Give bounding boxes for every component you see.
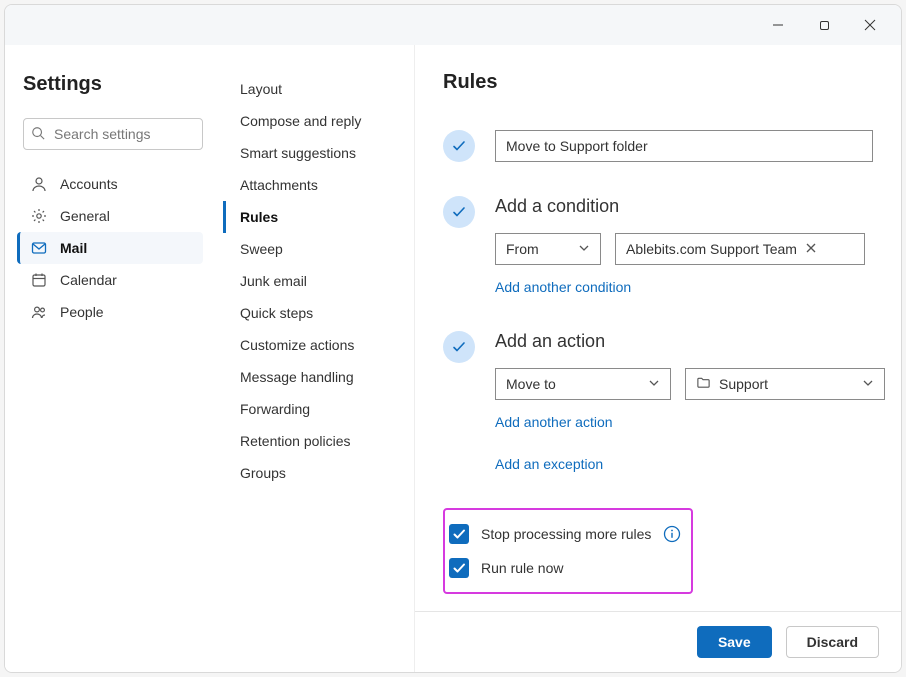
run-now-row: Run rule now (449, 558, 681, 578)
subnav-rules[interactable]: Rules (223, 201, 406, 233)
subnav-label: Retention policies (240, 433, 351, 449)
select-value: From (506, 241, 539, 257)
nav-item-general[interactable]: General (17, 200, 203, 232)
search-icon (31, 126, 45, 145)
main-panel: Rules Add a condition (415, 45, 901, 672)
calendar-icon (30, 272, 48, 288)
nav-item-accounts[interactable]: Accounts (17, 168, 203, 200)
rule-name-input[interactable] (495, 130, 873, 162)
nav-item-label: Calendar (60, 272, 117, 288)
chevron-down-icon (578, 241, 590, 257)
subnav-retention-policies[interactable]: Retention policies (223, 425, 406, 457)
person-icon (30, 176, 48, 192)
subnav-smart-suggestions[interactable]: Smart suggestions (223, 137, 406, 169)
subnav-label: Sweep (240, 241, 283, 257)
rule-name-row (443, 130, 873, 162)
add-exception-link[interactable]: Add an exception (495, 456, 603, 472)
nav-item-label: People (60, 304, 104, 320)
stop-processing-row: Stop processing more rules (449, 524, 681, 544)
subnav-label: Message handling (240, 369, 354, 385)
condition-type-select[interactable]: From (495, 233, 601, 265)
info-icon[interactable] (663, 525, 681, 543)
subnav-compose-reply[interactable]: Compose and reply (223, 105, 406, 137)
rule-options-highlight: Stop processing more rules Run rule now (443, 508, 693, 594)
select-value: Move to (506, 376, 556, 392)
subnav-label: Layout (240, 81, 282, 97)
subnav-label: Customize actions (240, 337, 354, 353)
stop-processing-label: Stop processing more rules (481, 526, 651, 542)
subnav-label: Forwarding (240, 401, 310, 417)
run-now-label: Run rule now (481, 560, 564, 576)
subnav-customize-actions[interactable]: Customize actions (223, 329, 406, 361)
search-input[interactable] (23, 118, 203, 150)
action-heading: Add an action (495, 331, 885, 352)
step-check-icon (443, 130, 475, 162)
titlebar (5, 5, 901, 45)
subnav-forwarding[interactable]: Forwarding (223, 393, 406, 425)
chip-remove-icon[interactable] (805, 241, 817, 257)
nav-item-label: General (60, 208, 110, 224)
discard-button[interactable]: Discard (786, 626, 879, 658)
search-wrap (23, 118, 203, 150)
chip-label: Ablebits.com Support Team (626, 241, 797, 257)
subnav-quick-steps[interactable]: Quick steps (223, 297, 406, 329)
subnav-label: Attachments (240, 177, 318, 193)
settings-window: Settings Accounts General (4, 4, 902, 673)
gear-icon (30, 208, 48, 224)
window-close-button[interactable] (847, 9, 893, 41)
subnav-label: Compose and reply (240, 113, 361, 129)
condition-value-chip[interactable]: Ablebits.com Support Team (615, 233, 865, 265)
condition-heading: Add a condition (495, 196, 873, 217)
window-minimize-button[interactable] (755, 9, 801, 41)
nav-item-label: Accounts (60, 176, 118, 192)
nav-item-calendar[interactable]: Calendar (17, 264, 203, 296)
run-now-checkbox[interactable] (449, 558, 469, 578)
mail-icon (30, 240, 48, 256)
save-button[interactable]: Save (697, 626, 772, 658)
folder-icon (696, 375, 711, 393)
folder-label: Support (719, 376, 768, 392)
chevron-down-icon (648, 376, 660, 392)
subnav-layout[interactable]: Layout (223, 73, 406, 105)
page-title: Rules (443, 71, 873, 94)
settings-sidebar: Settings Accounts General (5, 45, 215, 672)
mail-subnav: Layout Compose and reply Smart suggestio… (215, 45, 415, 672)
subnav-label: Quick steps (240, 305, 313, 321)
stop-processing-checkbox[interactable] (449, 524, 469, 544)
subnav-label: Smart suggestions (240, 145, 356, 161)
subnav-attachments[interactable]: Attachments (223, 169, 406, 201)
subnav-groups[interactable]: Groups (223, 457, 406, 489)
content-area: Settings Accounts General (5, 45, 901, 672)
subnav-sweep[interactable]: Sweep (223, 233, 406, 265)
chevron-down-icon (862, 376, 874, 392)
action-type-select[interactable]: Move to (495, 368, 671, 400)
condition-section: Add a condition From Ablebits.com Suppor… (443, 196, 873, 297)
subnav-label: Rules (240, 209, 278, 225)
nav-item-people[interactable]: People (17, 296, 203, 328)
action-section: Add an action Move to Support (443, 331, 873, 474)
subnav-junk-email[interactable]: Junk email (223, 265, 406, 297)
subnav-label: Groups (240, 465, 286, 481)
main-body: Rules Add a condition (415, 45, 901, 611)
add-action-link[interactable]: Add another action (495, 414, 613, 430)
action-folder-select[interactable]: Support (685, 368, 885, 400)
subnav-label: Junk email (240, 273, 307, 289)
step-check-icon (443, 196, 475, 228)
subnav-message-handling[interactable]: Message handling (223, 361, 406, 393)
add-condition-link[interactable]: Add another condition (495, 279, 631, 295)
step-check-icon (443, 331, 475, 363)
people-icon (30, 304, 48, 320)
footer: Save Discard (415, 611, 901, 672)
nav-item-label: Mail (60, 240, 87, 256)
settings-title: Settings (23, 73, 203, 96)
window-maximize-button[interactable] (801, 9, 847, 41)
nav-item-mail[interactable]: Mail (17, 232, 203, 264)
